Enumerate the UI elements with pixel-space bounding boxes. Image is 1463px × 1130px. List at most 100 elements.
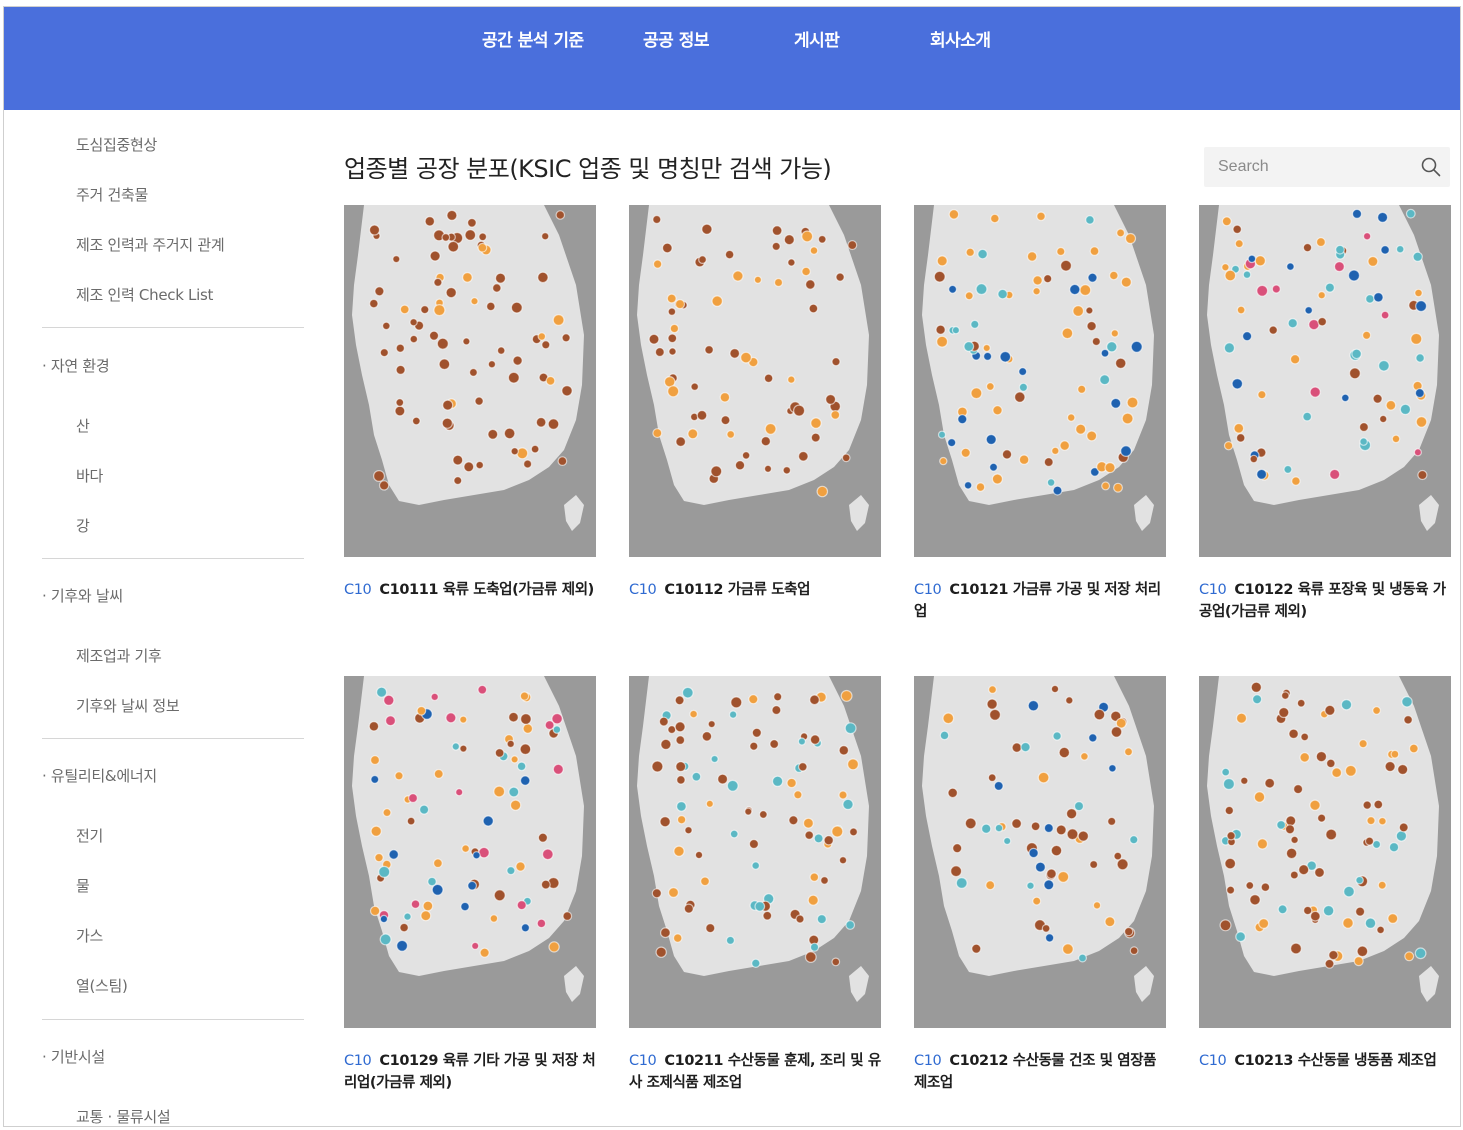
factory-cluster-marker <box>1373 799 1384 810</box>
factory-cluster-marker <box>1253 791 1266 803</box>
factory-cluster-marker <box>1268 325 1278 335</box>
card-caption[interactable]: C10 C10111 육류 도축업(가금류 제외) <box>344 579 596 601</box>
sidebar-item-climate-info[interactable]: 기후와 날씨 정보 <box>76 695 180 716</box>
sidebar-item-workforce-residence[interactable]: 제조 인력과 주거지 관계 <box>76 234 225 255</box>
card-caption[interactable]: C10 C10122 육류 포장육 및 냉동육 가공업(가금류 제외) <box>1199 579 1451 623</box>
factory-cluster-marker <box>1278 706 1290 719</box>
factory-cluster-marker <box>654 347 665 358</box>
factory-cluster-marker <box>1256 838 1269 850</box>
sidebar-divider <box>42 558 304 559</box>
factory-cluster-marker <box>701 731 713 742</box>
sidebar-item-residential-buildings[interactable]: 주거 건축물 <box>76 184 148 205</box>
sidebar-category-climate[interactable]: · 기후와 날씨 <box>42 585 123 606</box>
industry-card[interactable]: C10 C10112 가금류 도축업 <box>629 205 881 601</box>
factory-cluster-marker <box>1316 813 1327 823</box>
card-caption[interactable]: C10 C10129 육류 기타 가공 및 저장 처리업(가금류 제외) <box>344 1050 596 1094</box>
factory-cluster-marker <box>797 450 809 462</box>
distribution-map[interactable] <box>344 205 596 557</box>
industry-card[interactable]: C10 C10212 수산동물 건조 및 염장품 제조업 <box>914 676 1166 1094</box>
factory-cluster-marker <box>1322 904 1335 917</box>
factory-cluster-marker <box>1335 244 1345 255</box>
factory-cluster-marker <box>1086 430 1098 442</box>
industry-card[interactable]: C10 C10122 육류 포장육 및 냉동육 가공업(가금류 제외) <box>1199 205 1451 623</box>
nav-item-public-info[interactable]: 공공 정보 <box>643 26 709 51</box>
distribution-map[interactable] <box>914 676 1166 1028</box>
sidebar-category-utility[interactable]: · 유틸리티&에너지 <box>42 765 157 786</box>
factory-cluster-marker <box>690 382 699 392</box>
map-canvas <box>637 205 869 531</box>
sidebar-item-transport-logistics[interactable]: 교통 · 물류시설 <box>76 1106 171 1126</box>
industry-card[interactable]: C10 C10213 수산동물 냉동품 제조업 <box>1199 676 1451 1072</box>
factory-cluster-marker <box>1226 831 1236 841</box>
sidebar-item-water[interactable]: 물 <box>76 875 90 896</box>
card-caption[interactable]: C10 C10213 수산동물 냉동품 제조업 <box>1199 1050 1451 1072</box>
factory-cluster-marker <box>763 373 774 384</box>
search-input[interactable] <box>1204 147 1414 187</box>
distribution-map[interactable] <box>1199 676 1451 1028</box>
factory-cluster-marker <box>809 694 820 706</box>
distribution-map[interactable] <box>629 205 881 557</box>
factory-cluster-marker <box>676 814 687 825</box>
distribution-map[interactable] <box>914 205 1166 557</box>
factory-cluster-marker <box>1347 269 1361 282</box>
sidebar-item-urban-concentration[interactable]: 도심집중현상 <box>76 134 157 155</box>
factory-cluster-marker <box>1364 836 1375 846</box>
factory-cluster-marker <box>1298 864 1310 876</box>
map-canvas <box>1207 676 1439 1002</box>
sidebar-item-workforce-checklist[interactable]: 제조 인력 Check List <box>76 284 213 305</box>
factory-cluster-marker <box>508 786 520 798</box>
card-caption[interactable]: C10 C10121 가금류 가공 및 저장 처리업 <box>914 579 1166 623</box>
sidebar-item-electricity[interactable]: 전기 <box>76 825 103 846</box>
nav-item-board[interactable]: 게시판 <box>794 26 840 51</box>
factory-cluster-marker <box>537 271 549 284</box>
factory-cluster-marker <box>1397 763 1409 776</box>
nav-item-spatial-analysis[interactable]: 공간 분석 기준 <box>482 26 584 51</box>
factory-cluster-marker <box>689 709 698 719</box>
factory-cluster-marker <box>489 914 499 923</box>
factory-cluster-marker <box>1256 468 1268 480</box>
factory-cluster-marker <box>719 392 731 403</box>
sidebar-item-steam[interactable]: 열(스팀) <box>76 975 128 996</box>
map-canvas <box>352 676 584 1002</box>
island <box>849 966 869 1002</box>
industry-card[interactable]: C10 C10121 가금류 가공 및 저장 처리업 <box>914 205 1166 623</box>
factory-cluster-marker <box>807 894 819 906</box>
sidebar-item-manufacturing-climate[interactable]: 제조업과 기후 <box>76 645 162 666</box>
sidebar-category-infra[interactable]: · 기반시설 <box>42 1046 105 1067</box>
factory-cluster-marker <box>1362 800 1372 810</box>
factory-cluster-marker <box>1050 844 1063 857</box>
search-icon[interactable] <box>1420 156 1442 178</box>
card-caption[interactable]: C10 C10212 수산동물 건조 및 염장품 제조업 <box>914 1050 1166 1094</box>
factory-cluster-marker <box>816 914 827 925</box>
factory-cluster-marker <box>992 405 1003 416</box>
distribution-map[interactable] <box>344 676 596 1028</box>
factory-cluster-marker <box>705 923 716 934</box>
sidebar-category-nature[interactable]: · 자연 환경 <box>42 355 110 376</box>
factory-cluster-marker <box>813 833 824 844</box>
sidebar-item-river[interactable]: 강 <box>76 515 90 536</box>
factory-cluster-marker <box>409 334 419 344</box>
sidebar-item-gas[interactable]: 가스 <box>76 925 103 946</box>
factory-cluster-marker <box>1285 815 1297 827</box>
industry-card[interactable]: C10 C10129 육류 기타 가공 및 저장 처리업(가금류 제외) <box>344 676 596 1094</box>
nav-item-company[interactable]: 회사소개 <box>930 26 991 51</box>
factory-cluster-marker <box>1340 699 1353 711</box>
industry-card[interactable]: C10 C10211 수산동물 훈제, 조리 및 유사 조제식품 제조업 <box>629 676 881 1094</box>
distribution-map[interactable] <box>1199 205 1451 557</box>
factory-cluster-marker <box>512 355 523 366</box>
factory-cluster-marker <box>1224 805 1234 816</box>
card-caption[interactable]: C10 C10211 수산동물 훈제, 조리 및 유사 조제식품 제조업 <box>629 1050 881 1094</box>
card-caption[interactable]: C10 C10112 가금류 도축업 <box>629 579 881 601</box>
sidebar-item-sea[interactable]: 바다 <box>76 465 103 486</box>
industry-card[interactable]: C10 C10111 육류 도축업(가금류 제외) <box>344 205 596 601</box>
sidebar-item-mountain[interactable]: 산 <box>76 415 90 436</box>
factory-cluster-marker <box>669 323 680 334</box>
sidebar-divider <box>42 738 304 739</box>
factory-cluster-marker <box>477 242 488 253</box>
factory-cluster-marker <box>447 240 460 253</box>
factory-cluster-marker <box>1065 696 1074 705</box>
distribution-map[interactable] <box>629 676 881 1028</box>
factory-cluster-marker <box>988 685 997 695</box>
factory-cluster-marker <box>368 298 379 309</box>
factory-cluster-marker <box>460 901 470 912</box>
